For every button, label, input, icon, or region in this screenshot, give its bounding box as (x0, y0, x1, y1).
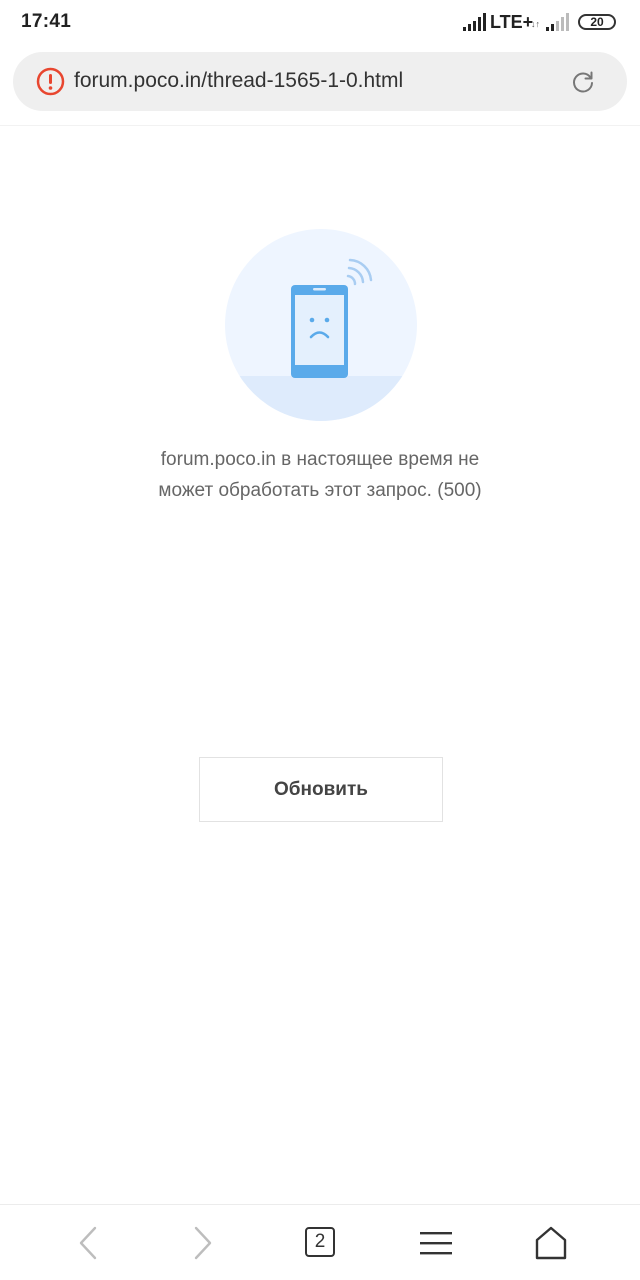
header-divider (0, 125, 640, 126)
error-message: forum.poco.in в настоящее время не может… (100, 444, 540, 506)
error-message-line-2: может обработать этот запрос. (500) (158, 480, 482, 501)
browser-error-page: 17:41 LTE+ ↓↑ 20 forum.poco.in/thread-15… (0, 0, 640, 1280)
warning-icon[interactable] (36, 67, 65, 96)
back-icon[interactable] (68, 1223, 108, 1263)
error-message-line-1: forum.poco.in в настоящее время не (160, 449, 480, 470)
tabs-icon[interactable]: 2 (305, 1227, 335, 1257)
refresh-button[interactable]: Обновить (199, 757, 443, 822)
battery-indicator: 20 (578, 14, 616, 30)
bottom-navigation-bar: 2 (0, 1204, 640, 1280)
signal-strength-2-icon (546, 13, 569, 31)
menu-icon[interactable] (416, 1223, 456, 1263)
status-time: 17:41 (21, 11, 72, 32)
reload-icon[interactable] (570, 69, 596, 95)
data-activity-icon: ↓↑ (531, 19, 540, 29)
sad-phone-illustration (225, 229, 417, 421)
status-bar: 17:41 LTE+ ↓↑ 20 (0, 0, 640, 44)
home-icon[interactable] (531, 1223, 571, 1263)
signal-strength-icon (463, 13, 486, 31)
url-text[interactable]: forum.poco.in/thread-1565-1-0.html (74, 69, 403, 93)
forward-icon[interactable] (183, 1223, 223, 1263)
address-bar[interactable]: forum.poco.in/thread-1565-1-0.html (13, 52, 627, 111)
tabs-button[interactable]: 2 (305, 1227, 335, 1257)
network-type: LTE+ (490, 12, 534, 32)
